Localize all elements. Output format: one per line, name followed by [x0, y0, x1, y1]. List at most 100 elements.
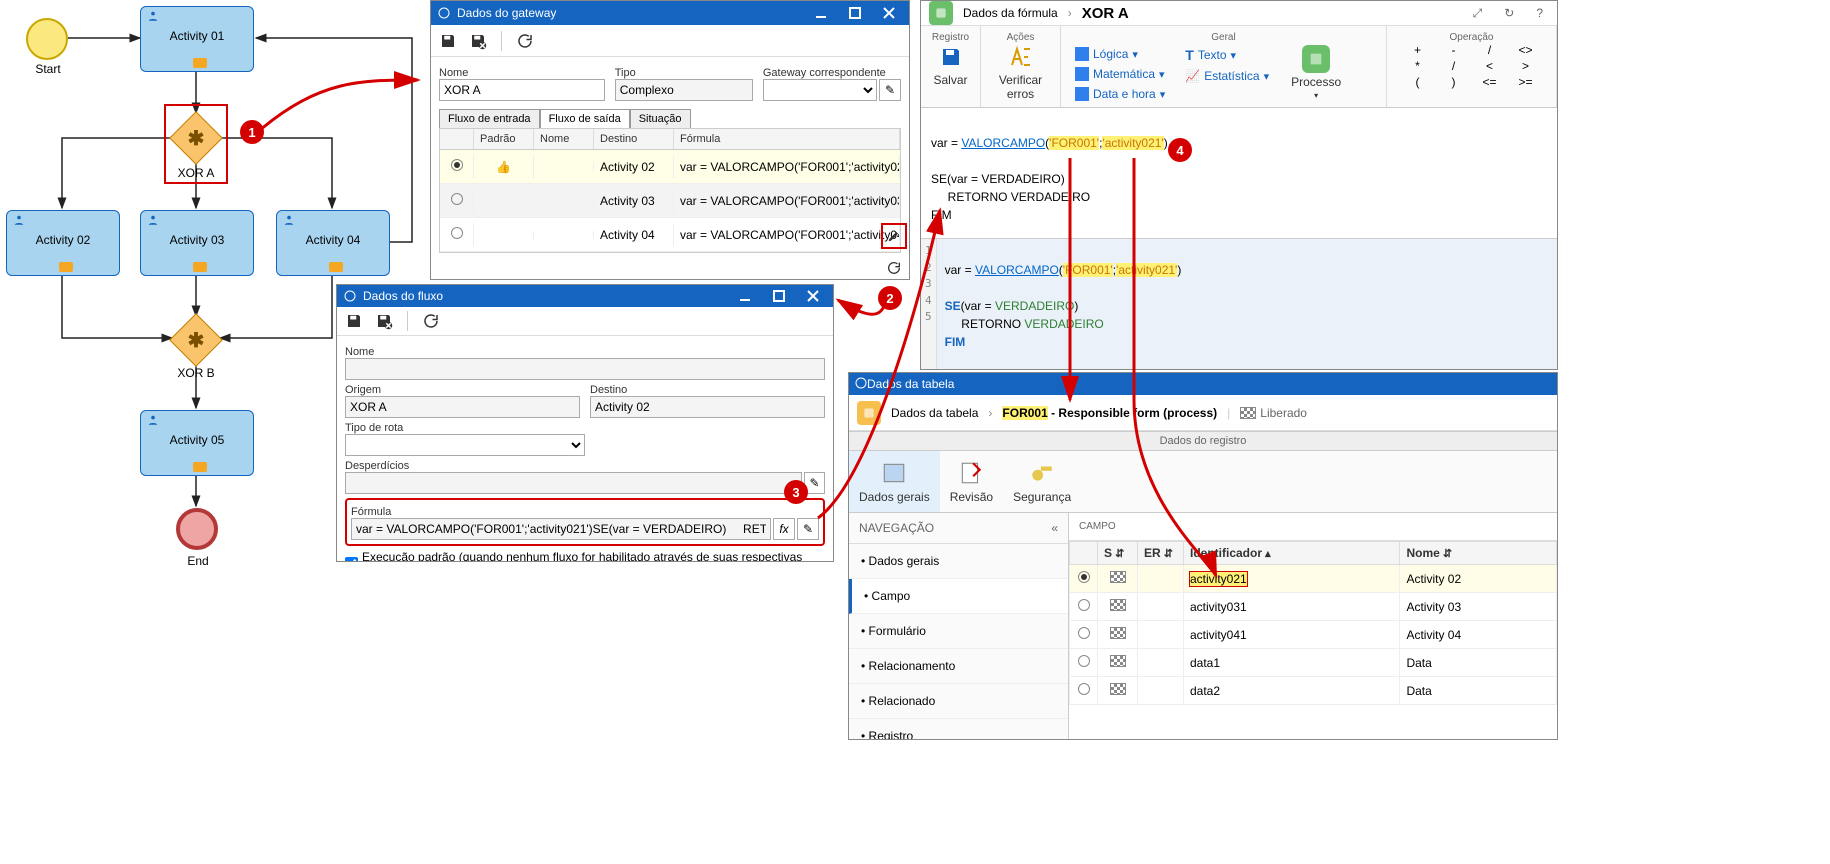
bc-formula-2[interactable]: XOR A	[1082, 5, 1129, 22]
campo-row[interactable]: activity031Activity 03	[1070, 593, 1557, 621]
minimize-button[interactable]	[813, 5, 829, 21]
refresh-icon[interactable]	[420, 310, 442, 332]
op-plus[interactable]: +	[1401, 43, 1435, 57]
op-rparen[interactable]: )	[1437, 75, 1471, 89]
nav-relacionamento[interactable]: • Relacionamento	[849, 649, 1068, 684]
select-gateway-corr[interactable]	[763, 79, 877, 101]
op-lte[interactable]: <=	[1473, 75, 1507, 89]
bc-tabela-1[interactable]: Dados da tabela	[891, 406, 978, 420]
activity-02[interactable]: Activity 02	[6, 210, 120, 276]
clear-formula-button[interactable]: ✎	[797, 518, 819, 540]
col-nome[interactable]: Nome	[534, 129, 594, 149]
start-event[interactable]	[26, 18, 68, 60]
row-radio[interactable]	[1078, 599, 1090, 611]
chip-logica[interactable]: Lógica ▾	[1075, 45, 1165, 63]
op-lparen[interactable]: (	[1401, 75, 1435, 89]
edit-row-button[interactable]	[881, 223, 907, 249]
campo-row[interactable]: data1Data	[1070, 649, 1557, 677]
op-slash1[interactable]: /	[1473, 43, 1507, 57]
radio-row-1[interactable]	[451, 159, 463, 171]
campo-row[interactable]: data2Data	[1070, 677, 1557, 705]
activity-05[interactable]: Activity 05	[140, 410, 254, 476]
op-gte[interactable]: >=	[1509, 75, 1543, 89]
col-nome[interactable]: Nome ⇵	[1400, 542, 1557, 565]
ribbon-processo[interactable]: Processo▾	[1291, 45, 1341, 100]
activity-03[interactable]: Activity 03	[140, 210, 254, 276]
refresh-bc-icon[interactable]: ↻	[1498, 6, 1520, 20]
select-tipo-rota[interactable]	[345, 434, 585, 456]
maximize-button[interactable]	[847, 5, 863, 21]
gateway-panel-titlebar[interactable]: Dados do gateway	[431, 1, 909, 25]
cell-destino-1: Activity 02	[594, 156, 674, 178]
radio-row-2[interactable]	[451, 193, 463, 205]
nav-registro[interactable]: • Registro	[849, 719, 1068, 740]
op-minus[interactable]: -	[1437, 43, 1471, 57]
op-lt[interactable]: <	[1473, 59, 1507, 73]
activity-01[interactable]: Activity 01	[140, 6, 254, 72]
col-s[interactable]: S ⇵	[1098, 542, 1138, 565]
help-icon[interactable]: ?	[1530, 6, 1549, 20]
op-slash2[interactable]: /	[1437, 59, 1471, 73]
activity-04[interactable]: Activity 04	[276, 210, 390, 276]
expand-icon[interactable]: ⤢	[1467, 6, 1489, 21]
tabela-panel-titlebar[interactable]: Dados da tabela	[849, 373, 1557, 395]
row-radio[interactable]	[1078, 655, 1090, 667]
input-nome[interactable]	[439, 79, 605, 101]
collapse-nav-icon[interactable]: «	[1051, 521, 1058, 535]
col-formula[interactable]: Fórmula	[674, 129, 900, 149]
row-radio[interactable]	[1078, 627, 1090, 639]
bigtab-revisao[interactable]: Revisão	[940, 451, 1003, 512]
bigtab-seguranca[interactable]: Segurança	[1003, 451, 1081, 512]
op-neq[interactable]: <>	[1509, 43, 1543, 57]
ribbon-salvar[interactable]: Salvar	[931, 43, 971, 87]
chip-matematica[interactable]: Matemática ▾	[1075, 65, 1165, 83]
grid-row-1[interactable]: 👍 Activity 02 var = VALORCAMPO('FOR001';…	[440, 150, 900, 184]
nav-formulario[interactable]: • Formulário	[849, 614, 1068, 649]
nav-dados-gerais[interactable]: • Dados gerais	[849, 544, 1068, 579]
minimize-button[interactable]	[737, 288, 753, 304]
clear-gateway-corr-button[interactable]: ✎	[879, 79, 901, 101]
save-close-icon[interactable]	[467, 30, 489, 52]
tab-situacao[interactable]: Situação	[630, 109, 691, 128]
gateway-xor-b[interactable]: ✱	[172, 316, 220, 364]
tab-fluxo-entrada[interactable]: Fluxo de entrada	[439, 109, 540, 128]
end-event[interactable]	[176, 508, 218, 550]
col-destino[interactable]: Destino	[594, 129, 674, 149]
formula-editor-bottom[interactable]: 12345 var = VALORCAMPO('FOR001';'activit…	[921, 238, 1557, 370]
grid-row-2[interactable]: Activity 03 var = VALORCAMPO('FOR001';'a…	[440, 184, 900, 218]
flow-panel-titlebar[interactable]: Dados do fluxo	[337, 285, 833, 307]
tab-fluxo-saida[interactable]: Fluxo de saída	[540, 109, 630, 128]
op-gt[interactable]: >	[1509, 59, 1543, 73]
save-close-icon[interactable]	[373, 310, 395, 332]
ribbon-verificar[interactable]: Verificar erros	[991, 43, 1050, 101]
row-radio[interactable]	[1078, 683, 1090, 695]
bc-formula-1[interactable]: Dados da fórmula	[963, 6, 1058, 20]
campo-row[interactable]: activity021Activity 02	[1070, 565, 1557, 593]
refresh-grid-button[interactable]	[881, 255, 907, 280]
radio-row-3[interactable]	[451, 227, 463, 239]
refresh-icon[interactable]	[514, 30, 536, 52]
close-button[interactable]	[805, 288, 821, 304]
checkbox-exec-padrao[interactable]: Execução padrão (quando nenhum fluxo for…	[345, 550, 825, 561]
bigtab-dados-gerais[interactable]: Dados gerais	[849, 451, 940, 512]
col-ident[interactable]: Identificador ▴	[1184, 542, 1400, 565]
formula-editor-top[interactable]: var = VALORCAMPO('FOR001';'activity021')…	[921, 108, 1557, 238]
op-star[interactable]: *	[1401, 59, 1435, 73]
close-button[interactable]	[881, 5, 897, 21]
row-radio[interactable]	[1078, 571, 1090, 583]
flag-icon	[1110, 627, 1126, 639]
col-er[interactable]: ER ⇵	[1138, 542, 1184, 565]
chip-data-hora[interactable]: Data e hora ▾	[1075, 85, 1165, 103]
nav-campo[interactable]: • Campo	[849, 579, 1068, 614]
chip-estatistica[interactable]: 📈 Estatística ▾	[1185, 67, 1269, 85]
maximize-button[interactable]	[771, 288, 787, 304]
col-padrao[interactable]: Padrão	[474, 129, 534, 149]
save-icon[interactable]	[437, 30, 459, 52]
campo-row[interactable]: activity041Activity 04	[1070, 621, 1557, 649]
save-icon[interactable]	[343, 310, 365, 332]
nav-relacionado[interactable]: • Relacionado	[849, 684, 1068, 719]
fx-button[interactable]: fx	[773, 518, 795, 540]
bc-for001: FOR001	[1002, 406, 1047, 420]
grid-row-3[interactable]: Activity 04 var = VALORCAMPO('FOR001';'a…	[440, 218, 900, 252]
chip-texto[interactable]: T Texto ▾	[1185, 45, 1269, 65]
